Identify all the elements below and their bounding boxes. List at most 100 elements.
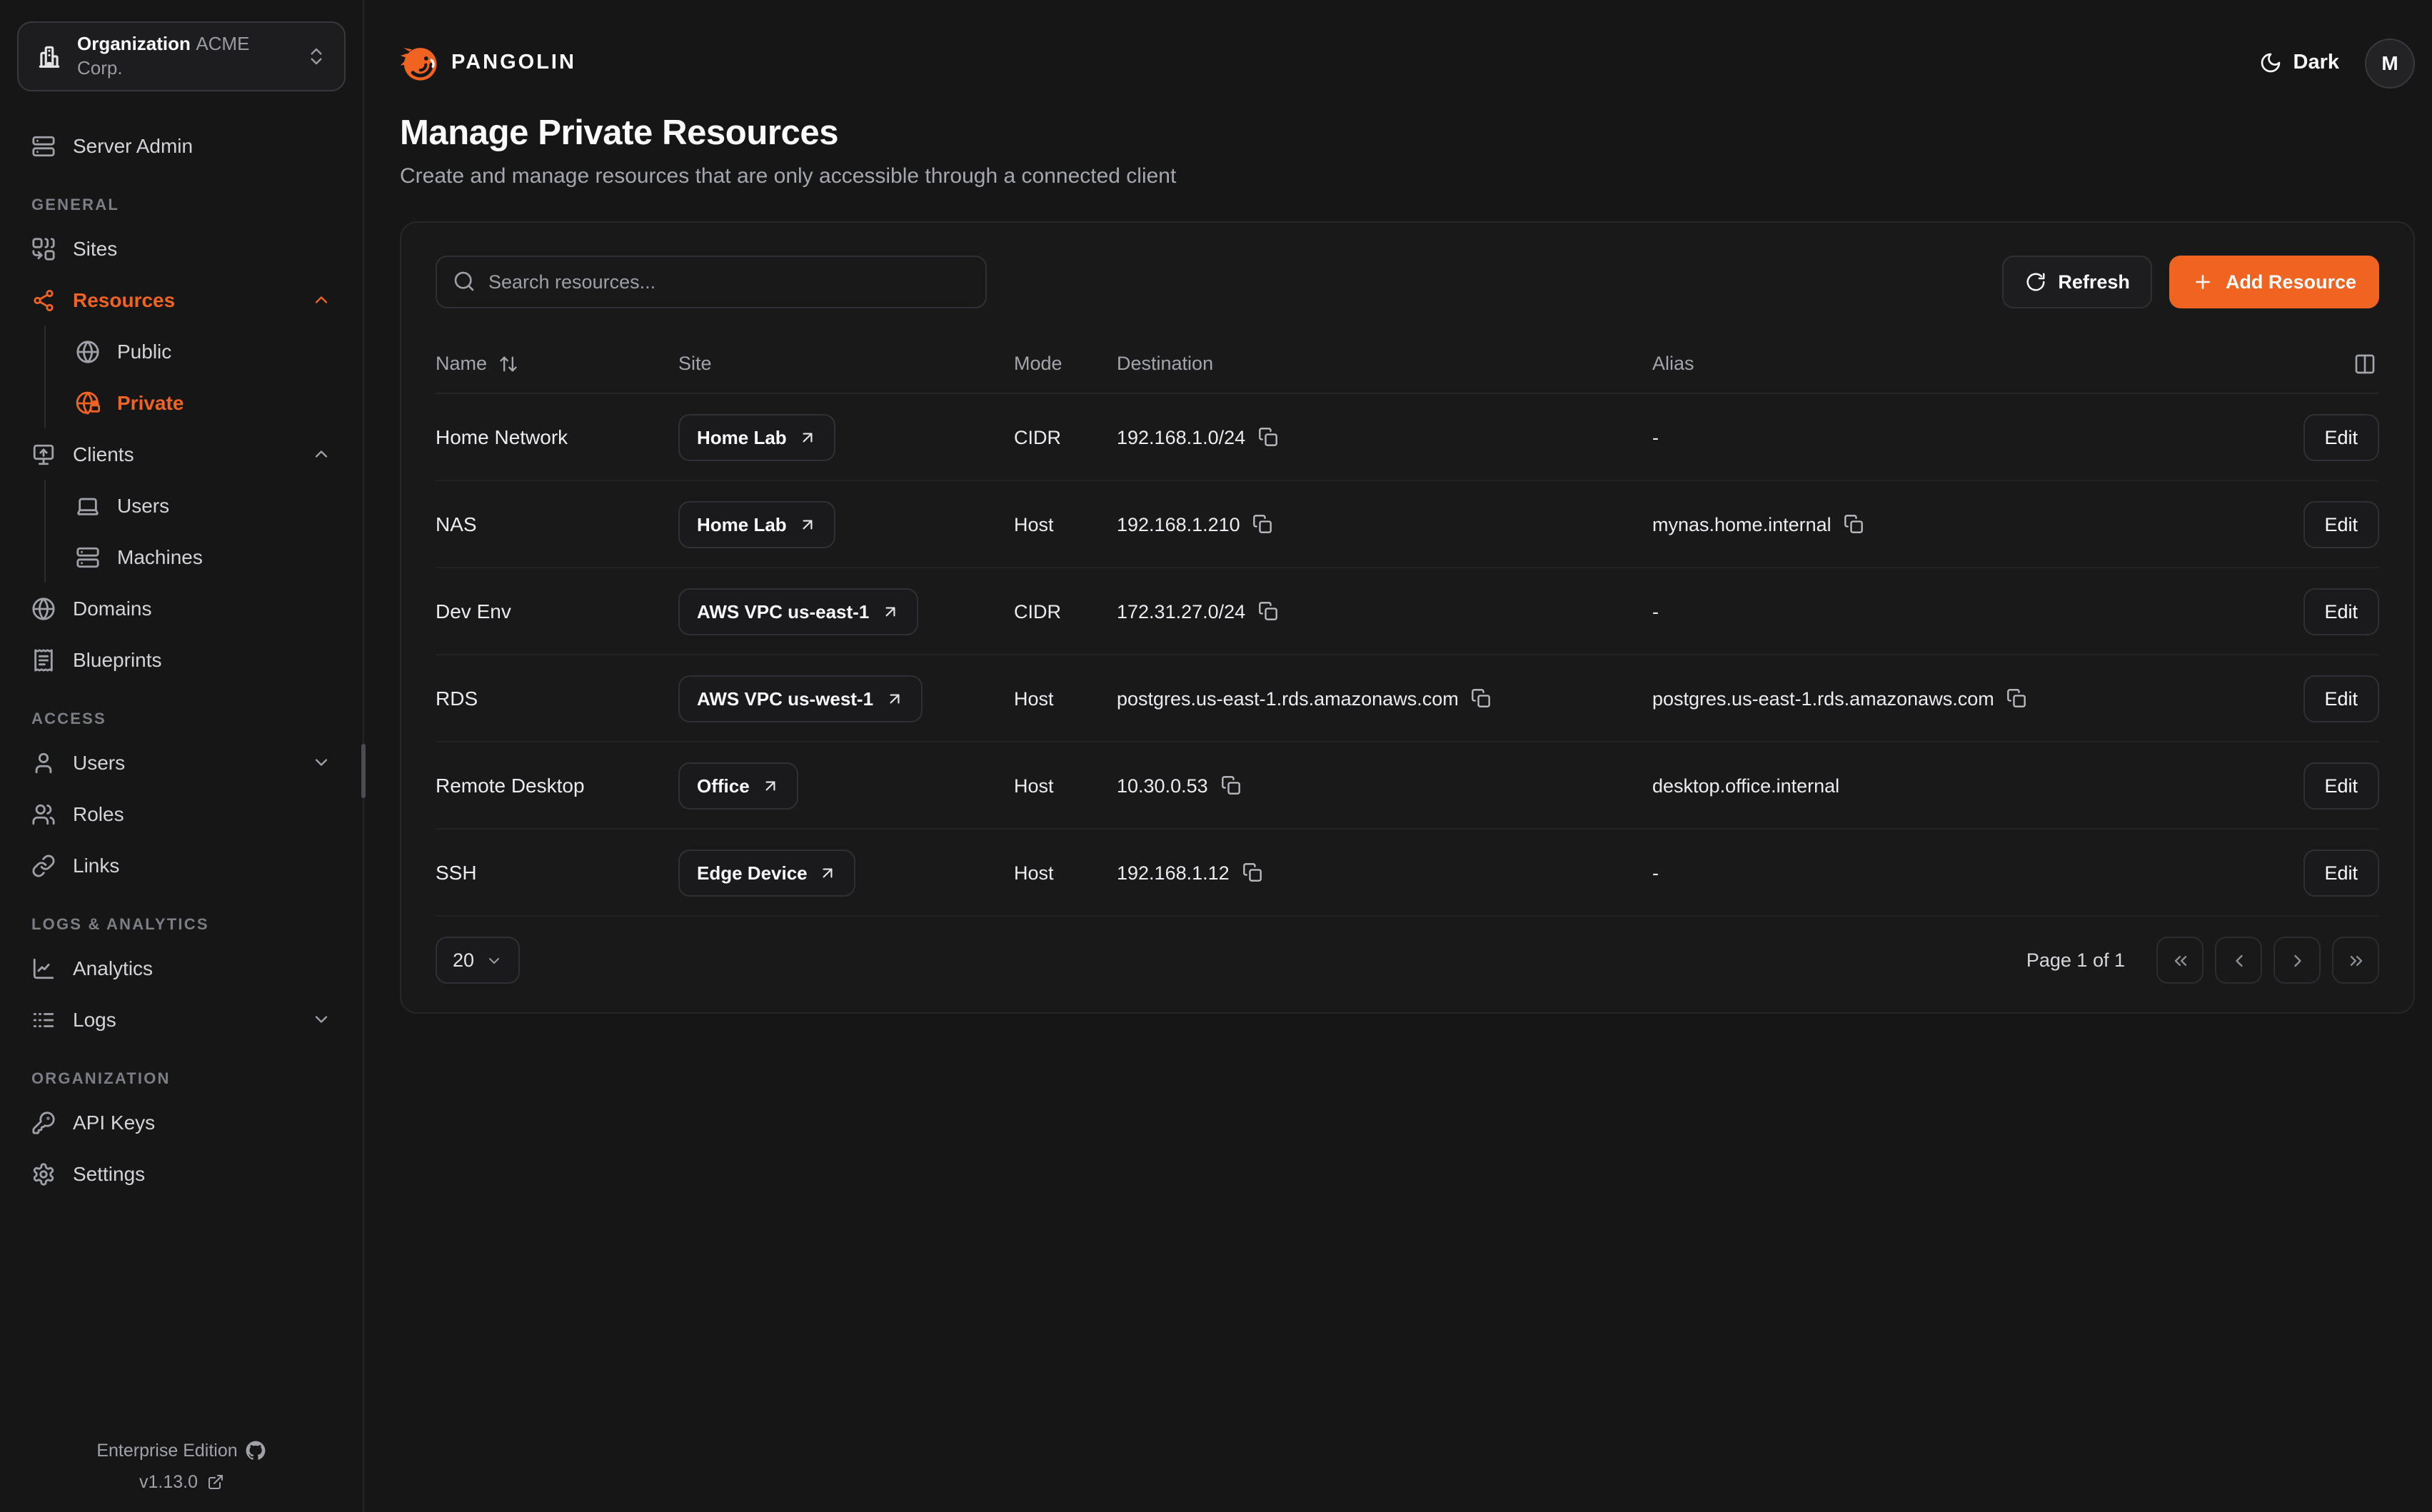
sidebar-item-domains[interactable]: Domains [17,583,346,634]
resource-destination: 192.168.1.12 [1117,862,1230,883]
sidebar-item-logs[interactable]: Logs [17,994,346,1045]
logs-list-icon [31,1007,56,1032]
search-box [436,256,987,308]
brand-name: PANGOLIN [451,51,576,74]
resource-alias: desktop.office.internal [1652,775,1839,796]
github-icon[interactable] [246,1441,266,1461]
row-more-button[interactable] [2274,782,2280,788]
sidebar-scrollbar-thumb[interactable] [361,744,366,798]
chevron-down-icon [486,952,503,969]
copy-icon [1472,688,1492,708]
column-header-mode: Mode [1014,353,1117,374]
columns-toggle-button[interactable] [2351,349,2379,378]
copy-icon [1221,775,1241,795]
sidebar-item-users[interactable]: Users [17,737,346,788]
row-more-button[interactable] [2274,870,2280,875]
row-more-button[interactable] [2274,434,2280,440]
column-header-name[interactable]: Name [436,353,678,374]
sidebar-item-sites[interactable]: Sites [17,223,346,274]
copy-icon [1258,601,1278,621]
edit-button[interactable]: Edit [2303,413,2379,460]
first-page-button[interactable] [2156,937,2204,984]
previous-page-button[interactable] [2215,937,2262,984]
site-link-button[interactable]: Home Lab [678,500,835,548]
copy-destination-button[interactable] [1258,427,1278,447]
building-icon [36,43,63,70]
sidebar-section-organization: ORGANIZATION [31,1071,346,1088]
last-page-button[interactable] [2332,937,2379,984]
sidebar-item-analytics[interactable]: Analytics [17,942,346,994]
sidebar-item-private[interactable]: Private [59,377,346,428]
sidebar-item-public[interactable]: Public [59,326,346,377]
column-header-alias: Alias [1652,353,2219,374]
edit-button[interactable]: Edit [2303,500,2379,548]
column-header-site: Site [678,353,1014,374]
sidebar-item-settings[interactable]: Settings [17,1148,346,1199]
version-label: v1.13.0 [139,1472,198,1492]
sidebar-item-label: Public [117,340,171,363]
resource-mode: CIDR [1014,426,1117,448]
arrow-up-right-icon [880,602,899,620]
sidebar-item-server-admin[interactable]: Server Admin [17,120,346,171]
sidebar-item-label: Sites [73,237,117,260]
column-header-actions [2219,349,2379,378]
table-row: Dev Env AWS VPC us-east-1 CIDR 172.31.27… [436,568,2379,655]
copy-destination-button[interactable] [1221,775,1241,795]
sidebar-item-clients[interactable]: Clients [17,428,346,480]
edit-button[interactable]: Edit [2303,762,2379,809]
search-input[interactable] [436,256,987,308]
row-more-button[interactable] [2274,608,2280,614]
arrow-up-right-icon [885,689,903,707]
gear-icon [31,1161,56,1186]
monitor-up-icon [31,442,56,466]
site-link-button[interactable]: Home Lab [678,413,835,460]
theme-toggle[interactable]: Dark [2259,51,2340,74]
sidebar-item-machines[interactable]: Machines [59,531,346,583]
edit-button[interactable]: Edit [2303,675,2379,722]
add-resource-button[interactable]: Add Resource [2170,256,2379,308]
copy-destination-button[interactable] [1242,862,1262,882]
sidebar-item-label: Links [73,854,119,877]
resource-destination: 10.30.0.53 [1117,775,1208,796]
copy-destination-button[interactable] [1258,601,1278,621]
page-size-select[interactable]: 20 [436,937,520,984]
copy-alias-button[interactable] [2007,688,2027,708]
copy-alias-button[interactable] [1844,514,1864,534]
resource-alias: mynas.home.internal [1652,513,1831,535]
sidebar-item-label: Analytics [73,957,153,979]
sidebar-item-label: Roles [73,802,124,825]
chevron-left-icon [2229,950,2248,970]
sidebar-item-label: Domains [73,597,152,620]
site-link-button[interactable]: Edge Device [678,849,856,896]
sidebar-item-links[interactable]: Links [17,840,346,891]
site-link-button[interactable]: AWS VPC us-west-1 [678,675,922,722]
copy-destination-button[interactable] [1472,688,1492,708]
sidebar-item-api-keys[interactable]: API Keys [17,1097,346,1148]
avatar[interactable]: M [2365,38,2415,88]
search-icon [453,270,476,293]
edit-button[interactable]: Edit [2303,849,2379,896]
resource-alias: - [1652,426,1659,448]
external-link-icon[interactable] [206,1473,223,1491]
copy-destination-button[interactable] [1253,514,1273,534]
site-link-button[interactable]: AWS VPC us-east-1 [678,588,918,635]
copy-icon [1242,862,1262,882]
resource-mode: CIDR [1014,600,1117,622]
resource-mode: Host [1014,687,1117,709]
site-link-button[interactable]: Office [678,762,798,809]
table-row: Home Network Home Lab CIDR 192.168.1.0/2… [436,394,2379,481]
sidebar-item-label: Users [117,494,169,517]
row-more-button[interactable] [2274,521,2280,527]
sidebar-item-client-users[interactable]: Users [59,480,346,531]
sidebar-item-resources[interactable]: Resources [17,274,346,326]
row-more-button[interactable] [2274,695,2280,701]
sort-icon [498,353,518,373]
next-page-button[interactable] [2273,937,2321,984]
resource-name: Home Network [436,425,678,448]
arrow-up-right-icon [798,515,817,533]
org-switcher[interactable]: Organization ACME Corp. [17,21,346,91]
sidebar-item-roles[interactable]: Roles [17,788,346,840]
sidebar-item-blueprints[interactable]: Blueprints [17,634,346,685]
edit-button[interactable]: Edit [2303,588,2379,635]
refresh-button[interactable]: Refresh [2002,256,2153,308]
